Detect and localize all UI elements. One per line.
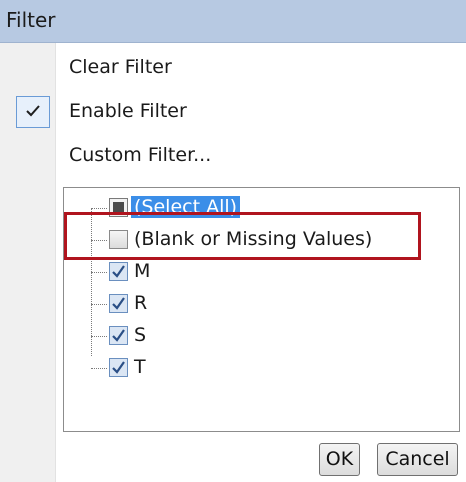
checkmark-icon — [112, 297, 125, 310]
menu-item-clear-filter[interactable]: Clear Filter — [0, 46, 466, 90]
menu-item-enable-filter[interactable]: Enable Filter — [0, 90, 466, 134]
tree-item-label: R — [134, 292, 148, 314]
checkmark-icon — [112, 361, 125, 374]
tree-item-m[interactable]: M — [64, 257, 444, 287]
checkmark-icon — [112, 329, 125, 342]
menu-item-label: Clear Filter — [69, 56, 172, 78]
menu-item-label: Custom Filter... — [69, 144, 212, 166]
title-bar: Filter — [0, 0, 466, 43]
cancel-button[interactable]: Cancel — [377, 443, 458, 476]
checkmark-icon — [112, 265, 125, 278]
ok-button[interactable]: OK — [319, 443, 360, 476]
m-checkbox[interactable] — [109, 262, 128, 281]
tree-item-s[interactable]: S — [64, 321, 444, 351]
s-checkbox[interactable] — [109, 326, 128, 345]
window-title: Filter — [6, 8, 56, 32]
menu-item-label: Enable Filter — [69, 100, 187, 122]
t-checkbox[interactable] — [109, 358, 128, 377]
tree-item-t[interactable]: T — [64, 353, 444, 383]
menu-item-custom-filter[interactable]: Custom Filter... — [0, 134, 466, 178]
tree-item-r[interactable]: R — [64, 289, 444, 319]
tree-item-label: S — [134, 324, 147, 346]
tree-item-label: M — [134, 260, 151, 282]
tree-item-label: T — [134, 356, 146, 378]
annotation-highlight-box — [64, 212, 421, 260]
r-checkbox[interactable] — [109, 294, 128, 313]
